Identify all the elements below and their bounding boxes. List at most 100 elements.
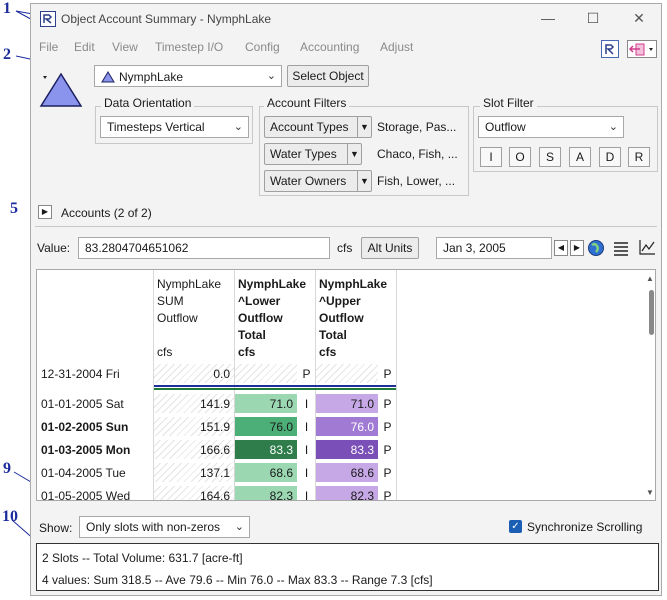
expand-accounts-icon[interactable]: ▶ (38, 205, 52, 219)
cell-sum[interactable]: 164.6 (154, 486, 234, 500)
chevron-down-icon: ⌄ (233, 121, 243, 133)
scroll-up-icon[interactable]: ▲ (646, 274, 654, 283)
header-line: NymphLake (319, 277, 388, 291)
alt-units-button[interactable]: Alt Units (361, 237, 419, 259)
status-line-2: 4 values: Sum 318.5 -- Ave 79.6 -- Min 7… (42, 573, 433, 587)
cell-lower[interactable]: 71.0 (235, 394, 297, 414)
data-table: NymphLake SUM Outflow cfs NymphLake ^Low… (36, 269, 656, 501)
annotation-label-2: 2 (3, 46, 11, 63)
slot-filter-d-button[interactable]: D (599, 147, 621, 167)
object-name: NymphLake (119, 70, 184, 84)
riverware-icon[interactable] (601, 40, 619, 58)
scroll-down-icon[interactable]: ▼ (646, 488, 654, 497)
cell-sum[interactable]: 141.9 (154, 394, 234, 414)
chart-view-icon[interactable] (637, 238, 657, 256)
cell-lower-initial[interactable] (235, 364, 297, 384)
exit-icon[interactable] (627, 40, 657, 58)
annotation-label-10: 10 (2, 508, 18, 525)
cell-lower[interactable]: 83.3 (235, 440, 297, 460)
row-date-initial: 12-31-2004 Fri (41, 367, 120, 381)
cell-lower[interactable]: 76.0 (235, 417, 297, 437)
water-types-value: Chaco, Fish, ... (377, 147, 458, 161)
water-owners-button[interactable]: Water Owners ▼ (264, 170, 372, 192)
header-line: Outflow (319, 311, 364, 325)
chevron-down-icon: ⌄ (608, 121, 618, 133)
account-filters-label: Account Filters (264, 96, 350, 110)
maximize-button[interactable]: ☐ (583, 9, 603, 27)
flag-lower: I (298, 463, 315, 483)
reservoir-small-icon (101, 71, 115, 83)
header-line: Total (238, 328, 266, 342)
column-header-lower[interactable]: NymphLake ^Lower Outflow Total cfs (238, 276, 306, 361)
cell-sum[interactable]: 151.9 (154, 417, 234, 437)
slot-filter-value: Outflow (485, 120, 526, 134)
column-header-upper[interactable]: NymphLake ^Upper Outflow Total cfs (319, 276, 387, 361)
row-date: 01-03-2005 Mon (41, 443, 131, 457)
column-divider (396, 270, 397, 500)
account-types-value: Storage, Pas... (377, 120, 457, 134)
show-select[interactable]: Only slots with non-zeros ⌄ (79, 516, 250, 538)
header-line: NymphLake (238, 277, 307, 291)
list-view-icon[interactable] (612, 240, 630, 256)
header-line: NymphLake (157, 277, 222, 291)
header-line (157, 327, 221, 344)
flag-upper: P (379, 417, 396, 437)
previous-date-button[interactable]: ◀ (554, 240, 568, 256)
flag-upper-initial: P (379, 364, 396, 384)
menu-accounting[interactable]: Accounting (300, 40, 359, 54)
sync-scroll-checkbox[interactable]: ✓ (509, 520, 522, 533)
flag-lower: I (298, 440, 315, 460)
vertical-scrollbar[interactable] (649, 290, 654, 335)
reservoir-icon (39, 72, 83, 107)
cell-sum[interactable]: 166.6 (154, 440, 234, 460)
cell-upper[interactable]: 71.0 (316, 394, 378, 414)
date-field[interactable]: Jan 3, 2005 (436, 237, 552, 259)
cell-sum[interactable]: 137.1 (154, 463, 234, 483)
water-types-label: Water Types (270, 147, 337, 161)
account-types-button[interactable]: Account Types ▼ (264, 116, 372, 138)
menu-timestep-io[interactable]: Timestep I/O (155, 40, 223, 54)
menu-view[interactable]: View (112, 40, 138, 54)
column-header-sum[interactable]: NymphLake SUM Outflow cfs (157, 276, 221, 361)
cell-upper[interactable]: 83.3 (316, 440, 378, 460)
slot-filter-r-button[interactable]: R (628, 147, 650, 167)
row-date: 01-02-2005 Sun (41, 420, 129, 434)
minimize-button[interactable]: — (538, 9, 558, 27)
orientation-value: Timesteps Vertical (107, 120, 205, 134)
menu-config[interactable]: Config (245, 40, 280, 54)
cell-lower[interactable]: 82.3 (235, 486, 297, 500)
menu-adjust[interactable]: Adjust (380, 40, 413, 54)
close-button[interactable]: ✕ (629, 9, 649, 27)
cell-upper[interactable]: 82.3 (316, 486, 378, 500)
slot-filter-label: Slot Filter (480, 96, 537, 110)
slot-filter-i-button[interactable]: I (480, 147, 502, 167)
cell-upper[interactable]: 68.6 (316, 463, 378, 483)
water-types-button[interactable]: Water Types ▼ (264, 143, 362, 165)
cell-lower[interactable]: 68.6 (235, 463, 297, 483)
slot-filter-a-button[interactable]: A (569, 147, 591, 167)
globe-icon[interactable] (587, 239, 605, 257)
data-orientation-label: Data Orientation (101, 96, 195, 110)
select-object-button[interactable]: Select Object (287, 65, 369, 87)
object-select[interactable]: NymphLake ⌄ (94, 65, 282, 87)
row-date: 01-05-2005 Wed (41, 489, 131, 501)
cell-upper-initial[interactable] (316, 364, 378, 384)
chevron-down-icon: ⌄ (234, 521, 244, 533)
dropdown-arrow-icon: ▼ (357, 171, 371, 191)
flag-lower: I (298, 417, 315, 437)
cell-upper[interactable]: 76.0 (316, 417, 378, 437)
flag-lower-initial: P (298, 364, 315, 384)
value-field[interactable]: 83.2804704651062 (78, 237, 330, 259)
title-bar: Object Account Summary - NymphLake — ☐ ✕ (31, 4, 661, 34)
slot-filter-select[interactable]: Outflow ⌄ (478, 116, 624, 138)
menu-file[interactable]: File (39, 40, 58, 54)
slot-filter-o-button[interactable]: O (509, 147, 531, 167)
status-panel: 2 Slots -- Total Volume: 631.7 [acre-ft]… (36, 543, 659, 591)
flag-upper: P (379, 463, 396, 483)
slot-filter-s-button[interactable]: S (539, 147, 561, 167)
annotation-label-9: 9 (3, 460, 11, 477)
cell-sum-initial[interactable]: 0.0 (154, 364, 234, 384)
next-date-button[interactable]: ▶ (570, 240, 584, 256)
orientation-select[interactable]: Timesteps Vertical ⌄ (100, 116, 249, 138)
menu-edit[interactable]: Edit (74, 40, 95, 54)
